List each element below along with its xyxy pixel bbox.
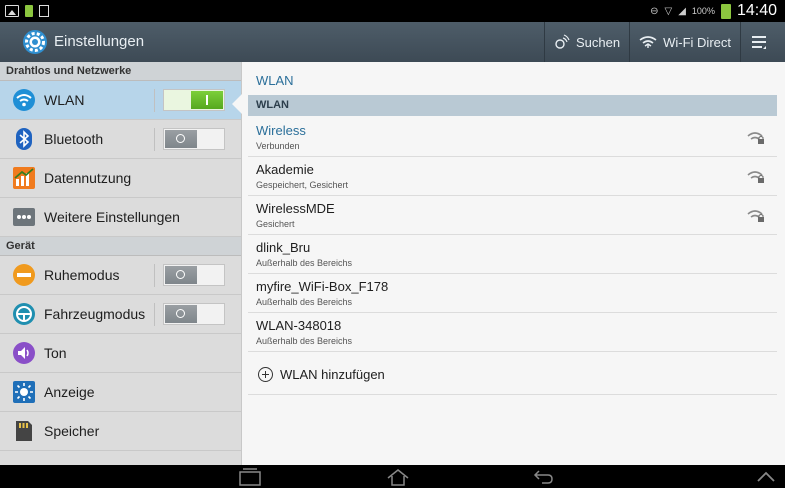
wifi-direct-label: Wi-Fi Direct [663,34,731,50]
sidebar-item-label: Anzeige [44,384,95,400]
network-list: Wireless Verbunden Akademie Gespeichert,… [248,118,777,352]
add-circle-icon [258,367,273,382]
sidebar-item-label: Bluetooth [44,131,104,147]
settings-gear-icon[interactable] [22,29,48,55]
search-label: Suchen [576,34,621,50]
status-bar: ⊖ ▽ ◢ 100% 14:40 [0,0,785,22]
app-title: Einstellungen [54,33,145,50]
sidebar-item-datennutzung[interactable]: Datennutzung [0,159,241,198]
battery-icon [720,3,731,19]
network-item[interactable]: Akademie Gespeichert, Gesichert [248,157,777,196]
sidebar-item-ruhemodus[interactable]: Ruhemodus [0,256,241,295]
search-button[interactable]: Suchen [544,22,629,62]
sidebar-item-label: Fahrzeugmodus [44,306,146,322]
mute-icon: ⊖ [650,5,659,17]
navigation-bar [0,465,785,488]
wifi-icon [11,87,37,113]
network-status: Außerhalb des Bereichs [256,258,353,268]
network-name: WirelessMDE [256,201,335,216]
driving-mode-icon [11,301,37,327]
sidebar-item-label: Datennutzung [44,170,132,186]
network-name: WLAN-348018 [256,318,342,333]
wlan-toggle[interactable] [154,89,230,112]
data-usage-icon [11,165,37,191]
menu-icon [752,36,766,49]
action-bar-actions: Suchen Wi-Fi Direct [544,22,775,62]
wifi-direct-button[interactable]: Wi-Fi Direct [629,22,740,62]
network-name: Wireless [256,123,306,138]
battery-notification-icon [25,5,33,17]
sidebar-item-label: WLAN [44,92,85,108]
home-icon[interactable] [384,467,412,487]
network-item[interactable]: dlink_Bru Außerhalb des Bereichs [248,235,777,274]
ruhemodus-toggle[interactable] [154,264,230,287]
wifi-signal-lock-icon [747,132,764,144]
recent-apps-icon[interactable] [236,467,264,487]
wlan-detail-pane: WLAN WLAN Wireless Verbunden Akademie Ge… [248,62,777,465]
display-icon [11,379,37,405]
network-name: myfire_WiFi-Box_F178 [256,279,389,294]
screenshot-notification-icon [5,5,19,17]
network-status: Außerhalb des Bereichs [256,297,353,307]
fahrzeugmodus-toggle[interactable] [154,303,230,326]
network-status: Gespeichert, Gesichert [256,180,349,190]
action-bar: Einstellungen Suchen Wi-Fi Direct [0,22,785,62]
calendar-notification-icon [39,5,49,17]
network-status: Außerhalb des Bereichs [256,336,353,346]
section-label: WLAN [256,99,289,111]
more-settings-icon [11,204,37,230]
sidebar-item-label: Weitere Einstellungen [44,209,180,225]
network-item[interactable]: myfire_WiFi-Box_F178 Außerhalb des Berei… [248,274,777,313]
storage-icon [11,418,37,444]
page-title: WLAN [256,73,294,88]
sidebar-item-label: Ton [44,345,67,361]
wifi-signal-lock-icon [747,171,764,183]
sidebar-item-wlan[interactable]: WLAN [0,81,241,120]
search-icon [555,34,570,49]
section-header: WLAN [248,95,777,116]
sidebar-item-label: Speicher [44,423,100,439]
clock: 14:40 [736,2,777,19]
overflow-menu-button[interactable] [740,22,775,62]
category-header: Gerät [0,237,241,256]
status-indicators: ⊖ ▽ ◢ 100% 14:40 [650,0,777,22]
blocking-mode-icon [11,262,37,288]
sidebar-item-fahrzeugmodus[interactable]: Fahrzeugmodus [0,295,241,334]
wifi-direct-icon [639,36,657,48]
sidebar-item-weitere-einstellungen[interactable]: Weitere Einstellungen [0,198,241,237]
sidebar-item-speicher[interactable]: Speicher [0,412,241,451]
settings-sidebar: Drahtlos und Netzwerke WLAN Bluetooth Da… [0,62,242,465]
add-wlan-label: WLAN hinzufügen [280,367,385,382]
add-wlan-button[interactable]: WLAN hinzufügen [248,355,777,395]
battery-percent: 100% [691,6,715,16]
selection-indicator [232,94,242,114]
network-name: Akademie [256,162,314,177]
network-item[interactable]: WLAN-348018 Außerhalb des Bereichs [248,313,777,352]
sidebar-item-ton[interactable]: Ton [0,334,241,373]
network-name: dlink_Bru [256,240,311,255]
bluetooth-icon [11,126,37,152]
category-header: Drahtlos und Netzwerke [0,62,241,81]
bluetooth-toggle[interactable] [154,128,230,151]
sound-icon [11,340,37,366]
network-status: Gesichert [256,219,295,229]
settings-screen: ⊖ ▽ ◢ 100% 14:40 Einstellungen Suchen Wi… [0,0,785,488]
sidebar-item-bluetooth[interactable]: Bluetooth [0,120,241,159]
wifi-status-icon: ▽ [664,5,673,17]
network-status: Verbunden [256,141,300,151]
network-item[interactable]: WirelessMDE Gesichert [248,196,777,235]
back-icon[interactable] [530,467,558,487]
sidebar-item-label: Ruhemodus [44,267,120,283]
chevron-up-icon[interactable] [754,467,778,487]
sidebar-item-anzeige[interactable]: Anzeige [0,373,241,412]
wifi-signal-lock-icon [747,210,764,222]
signal-icon: ◢ [678,5,686,17]
network-item[interactable]: Wireless Verbunden [248,118,777,157]
